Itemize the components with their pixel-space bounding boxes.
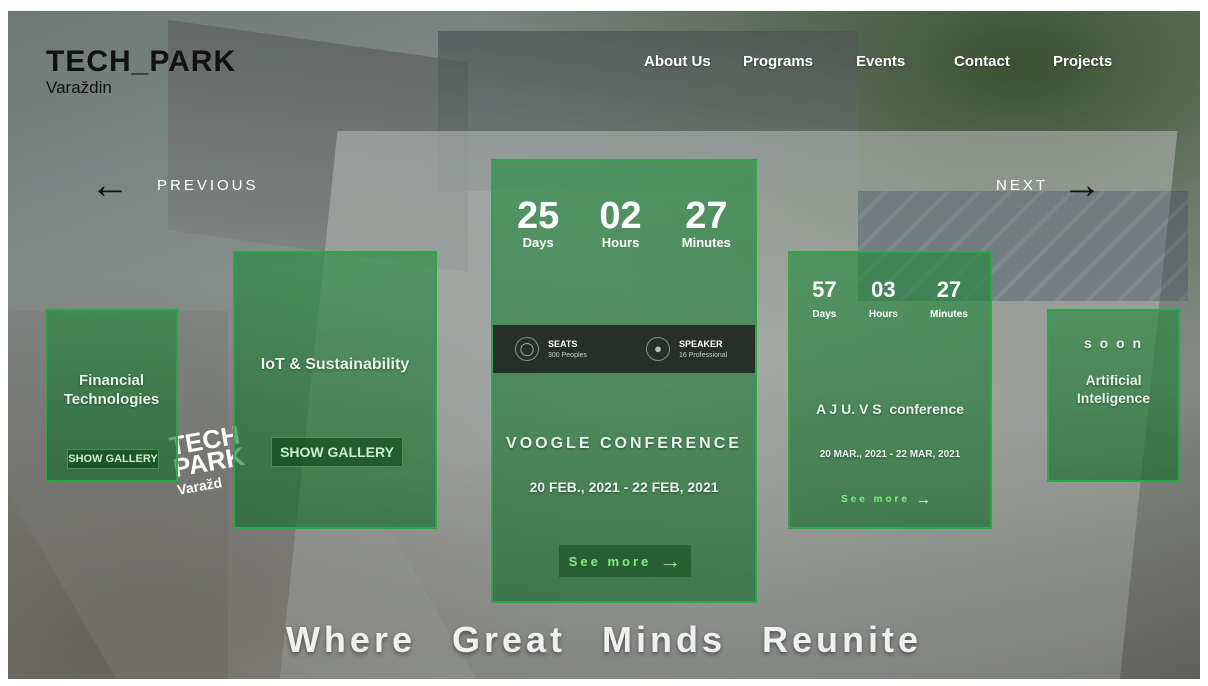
countdown-minutes: 27 Minutes: [682, 197, 731, 250]
countdown-label: Minutes: [930, 309, 968, 320]
nav-item-programs[interactable]: Programs: [743, 53, 813, 70]
show-gallery-button[interactable]: SHOW GALLERY: [271, 437, 403, 467]
nav-item-events[interactable]: Events: [856, 53, 905, 70]
main-nav: About Us Programs Events Contact Project…: [8, 53, 1200, 73]
event-title: A J U. V S conference: [815, 401, 965, 417]
see-more-button[interactable]: See more →: [836, 489, 936, 509]
card-title: IoT & Sustainability: [260, 356, 410, 373]
arrow-left-icon: ←: [90, 163, 133, 207]
card-artificial-inteligence[interactable]: s o o n Artificial Inteligence: [1047, 309, 1180, 482]
speaker-stat: ● SPEAKER 16 Professional: [624, 337, 755, 361]
countdown-hours: 02 Hours: [599, 197, 641, 250]
speaker-label: SPEAKER: [679, 339, 723, 349]
seats-value: 300 Peoples: [548, 352, 587, 359]
microphone-icon: ●: [646, 337, 670, 361]
countdown-value: 57: [812, 277, 837, 302]
see-more-label: See more: [568, 553, 652, 569]
nav-item-projects[interactable]: Projects: [1053, 53, 1112, 70]
countdown-minutes: 27 Minutes: [930, 277, 968, 321]
previous-button[interactable]: ← PREVIOUS: [90, 165, 259, 205]
countdown-label: Hours: [868, 309, 898, 320]
card-ajuvs-conference[interactable]: 57 Days 03 Hours 27 Minutes A J U. V S c…: [788, 251, 992, 529]
see-more-button[interactable]: See more →: [559, 545, 691, 577]
countdown-value: 03: [871, 277, 896, 302]
nav-item-contact[interactable]: Contact: [954, 53, 1010, 70]
seats-label: SEATS: [548, 339, 578, 349]
see-more-label: See more: [840, 493, 911, 505]
hero-tagline: Where Great Minds Reunite: [285, 619, 923, 660]
logo-subtitle: Varaždin: [46, 78, 112, 97]
countdown-value: 27: [936, 277, 962, 302]
event-dates: 20 FEB., 2021 - 22 FEB, 2021: [529, 479, 719, 495]
soon-badge: s o o n: [1083, 335, 1144, 351]
arrow-right-icon: →: [916, 490, 932, 508]
card-title: Financial Technologies: [63, 372, 160, 408]
countdown-days: 57 Days: [812, 277, 837, 321]
countdown-hours: 03 Hours: [868, 277, 898, 321]
countdown: 57 Days 03 Hours 27 Minutes: [790, 277, 990, 321]
countdown-days: 25 Days: [517, 197, 559, 250]
user-icon: ◯: [515, 337, 539, 361]
countdown-label: Days: [812, 309, 837, 320]
previous-label: PREVIOUS: [157, 176, 259, 194]
nav-item-about-us[interactable]: About Us: [644, 53, 711, 70]
countdown-value: 02: [599, 195, 642, 237]
countdown: 25 Days 02 Hours 27 Minutes: [493, 197, 755, 250]
arrow-right-icon: →: [659, 548, 682, 573]
seats-stat: ◯ SEATS 300 Peoples: [493, 337, 624, 361]
countdown-value: 25: [517, 195, 560, 237]
event-dates: 20 MAR., 2021 - 22 MAR, 2021: [819, 449, 961, 460]
card-title: Artificial Inteligence: [1076, 372, 1151, 406]
hero-background: TECH_PARK Varaždin About Us Programs Eve…: [8, 11, 1200, 679]
speaker-value: 16 Professional: [679, 352, 728, 359]
arrow-right-icon: →: [1062, 163, 1106, 207]
card-iot-sustainability[interactable]: IoT & Sustainability SHOW GALLERY: [233, 251, 437, 529]
next-label: NEXT: [996, 176, 1049, 194]
countdown-label: Hours: [601, 235, 640, 250]
countdown-label: Days: [522, 235, 554, 250]
countdown-label: Minutes: [681, 235, 731, 250]
event-stats-bar: ◯ SEATS 300 Peoples ● SPEAKER 16 Profess…: [493, 325, 755, 373]
countdown-value: 27: [685, 195, 728, 237]
next-button[interactable]: NEXT →: [996, 165, 1105, 205]
card-voogle-conference[interactable]: 25 Days 02 Hours 27 Minutes ◯ SEATS 300 …: [491, 159, 757, 603]
show-gallery-button[interactable]: SHOW GALLERY: [67, 449, 159, 469]
event-title: VOOGLE CONFERENCE: [506, 435, 742, 452]
card-financial-technologies[interactable]: Financial Technologies SHOW GALLERY: [45, 309, 178, 482]
